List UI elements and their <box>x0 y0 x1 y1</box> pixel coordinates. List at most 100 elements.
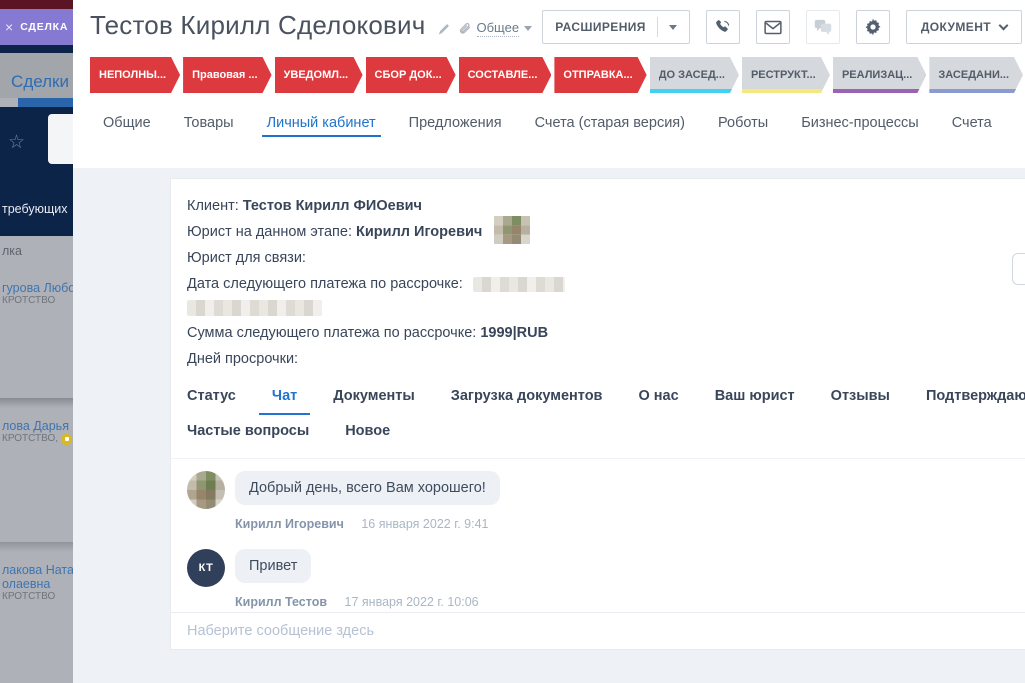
message-time: 17 января 2022 г. 10:06 <box>345 595 479 609</box>
message-time: 16 января 2022 г. 9:41 <box>361 517 488 531</box>
itab-reviews[interactable]: Отзывы <box>831 388 890 404</box>
chat-input-area <box>171 612 1025 649</box>
message-author: Кирилл Тестов <box>235 595 327 609</box>
message-meta: Кирилл Игоревич 16 января 2022 г. 9:41 <box>235 517 1025 531</box>
pipeline-stage[interactable]: Правовая ... <box>183 57 271 93</box>
field-label: Дней просрочки: <box>187 351 298 367</box>
deal-subtitle: КРОТСТВО <box>2 591 73 603</box>
itab-status[interactable]: Статус <box>187 388 236 404</box>
button-divider <box>657 17 658 37</box>
kanban-card-list: лка гурова Любов КРОТСТВО лова Дарья С К… <box>0 236 73 683</box>
message-bubble: Привет <box>235 549 311 583</box>
chat-bubbles-icon <box>814 19 832 35</box>
deal-tabs: Общие Товары Личный кабинет Предложения … <box>90 115 1025 145</box>
itab-upload-documents[interactable]: Загрузка документов <box>451 388 603 404</box>
chat-message-input[interactable] <box>187 623 1009 639</box>
close-icon[interactable]: × <box>5 20 13 34</box>
category-label: Общее <box>477 20 520 37</box>
nav-strip <box>0 45 73 53</box>
message-author: Кирилл Игоревич <box>235 517 344 531</box>
email-button[interactable] <box>756 10 790 44</box>
deals-page-title: Сделки <box>11 72 69 92</box>
slider-tab-deal[interactable]: × СДЕЛКА <box>0 9 73 45</box>
stage-accent <box>833 89 926 93</box>
extensions-button[interactable]: РАСШИРЕНИЯ <box>542 10 690 44</box>
tab-products[interactable]: Товары <box>184 115 234 145</box>
field-value: Кирилл Игоревич <box>356 224 482 240</box>
filter-bar-fragment <box>18 98 73 107</box>
stage-label: РЕАЛИЗАЦ... <box>842 69 912 81</box>
pipeline-stage[interactable]: НЕПОЛНЫ... <box>90 57 180 93</box>
link-icon[interactable] <box>458 22 473 37</box>
stage-label: СБОР ДОК... <box>375 69 442 81</box>
chat-panel: Добрый день, всего Вам хорошего! Кирилл … <box>171 458 1025 612</box>
deals-page-header: Сделки <box>0 53 73 98</box>
content-area: Клиент: Тестов Кирилл ФИОевич Юрист на д… <box>73 168 1025 683</box>
pipeline-stage[interactable]: ЗАСЕДАНИ... <box>929 57 1023 93</box>
stage-label: ЗАСЕДАНИ... <box>938 69 1009 81</box>
kanban-deal-card[interactable]: гурова Любов КРОТСТВО <box>2 281 73 307</box>
chat-button[interactable] <box>806 10 840 44</box>
star-icon[interactable]: ☆ <box>8 131 25 154</box>
collapse-panel-button[interactable] <box>1012 253 1025 285</box>
pipeline-stage[interactable]: ОТПРАВКА... <box>554 57 646 93</box>
itab-faq[interactable]: Частые вопросы <box>187 423 309 439</box>
itab-documents[interactable]: Документы <box>333 388 415 404</box>
field-label: Сумма следующего платежа по рассрочке: <box>187 325 476 341</box>
card-divider <box>0 398 73 408</box>
redacted-value <box>473 277 565 292</box>
phone-icon <box>714 18 732 36</box>
tab-robots[interactable]: Роботы <box>718 115 768 145</box>
settings-button[interactable] <box>856 10 890 44</box>
pipeline-stage[interactable]: ДО ЗАСЕД... <box>650 57 739 93</box>
tab-offers[interactable]: Предложения <box>409 115 502 145</box>
pipeline-stage[interactable]: РЕАЛИЗАЦ... <box>833 57 926 93</box>
pipeline-stage[interactable]: РЕСТРУКТ... <box>742 57 830 93</box>
stage-label: ОТПРАВКА... <box>563 69 632 81</box>
itab-confirming-docs[interactable]: Подтверждающие доку <box>926 388 1025 404</box>
pipeline-stage[interactable]: СОСТАВЛЕ... <box>459 57 552 93</box>
document-label: ДОКУМЕНТ <box>921 20 991 34</box>
itab-new[interactable]: Новое <box>345 423 390 439</box>
itab-your-lawyer[interactable]: Ваш юрист <box>715 388 795 404</box>
tab-business-processes[interactable]: Бизнес-процессы <box>801 115 919 145</box>
chevron-down-icon <box>669 25 677 30</box>
deal-link[interactable]: лакова Натал <box>2 563 73 577</box>
card-divider <box>0 542 73 552</box>
itab-about[interactable]: О нас <box>638 388 678 404</box>
slider-tab-label: СДЕЛКА <box>20 21 68 33</box>
itab-chat[interactable]: Чат <box>272 388 297 404</box>
deal-link-line2[interactable]: олаевна <box>2 577 73 591</box>
tab-invoices[interactable]: Счета <box>952 115 992 145</box>
background-kanban-strip: × СДЕЛКА Сделки ☆ требующих лка гурова Л… <box>0 0 73 683</box>
field-label: Клиент: <box>187 198 239 214</box>
stage-label: ДО ЗАСЕД... <box>659 69 725 81</box>
avatar <box>187 471 225 509</box>
edit-pencil-icon[interactable] <box>436 22 451 37</box>
pipeline-stage[interactable]: СБОР ДОК... <box>366 57 456 93</box>
stage-label: УВЕДОМЛ... <box>284 69 349 81</box>
stage-accent <box>650 89 739 93</box>
message-bubble: Добрый день, всего Вам хорошего! <box>235 471 500 505</box>
deal-link[interactable]: лова Дарья С <box>2 419 73 433</box>
deal-link[interactable]: гурова Любов <box>2 281 73 295</box>
extensions-label: РАСШИРЕНИЯ <box>555 20 646 34</box>
kanban-item-label: лка <box>2 244 22 258</box>
tab-general[interactable]: Общие <box>103 115 151 145</box>
chevron-down-icon <box>524 26 532 31</box>
kanban-deal-card[interactable]: лова Дарья С КРОТСТВО, <box>2 419 73 445</box>
field-label: Дата следующего платежа по рассрочке: <box>187 276 463 292</box>
category-selector[interactable]: Общее <box>477 20 533 37</box>
field-label: Юрист на данном этапе: <box>187 224 352 240</box>
pipeline-stages: НЕПОЛНЫ... Правовая ... УВЕДОМЛ... СБОР … <box>90 57 1025 93</box>
document-button[interactable]: ДОКУМЕНТ <box>906 10 1022 44</box>
chat-message: Добрый день, всего Вам хорошего! <box>187 471 1025 509</box>
kanban-deal-card[interactable]: лакова Натал олаевна КРОТСТВО <box>2 563 73 603</box>
call-button[interactable] <box>706 10 740 44</box>
chevron-down-icon <box>999 20 1009 30</box>
pipeline-stage[interactable]: УВЕДОМЛ... <box>275 57 363 93</box>
deal-badge-icon <box>61 434 72 445</box>
tab-personal-cabinet[interactable]: Личный кабинет <box>267 115 376 145</box>
search-box-fragment[interactable] <box>48 114 73 164</box>
tab-invoices-old[interactable]: Счета (старая версия) <box>535 115 685 145</box>
